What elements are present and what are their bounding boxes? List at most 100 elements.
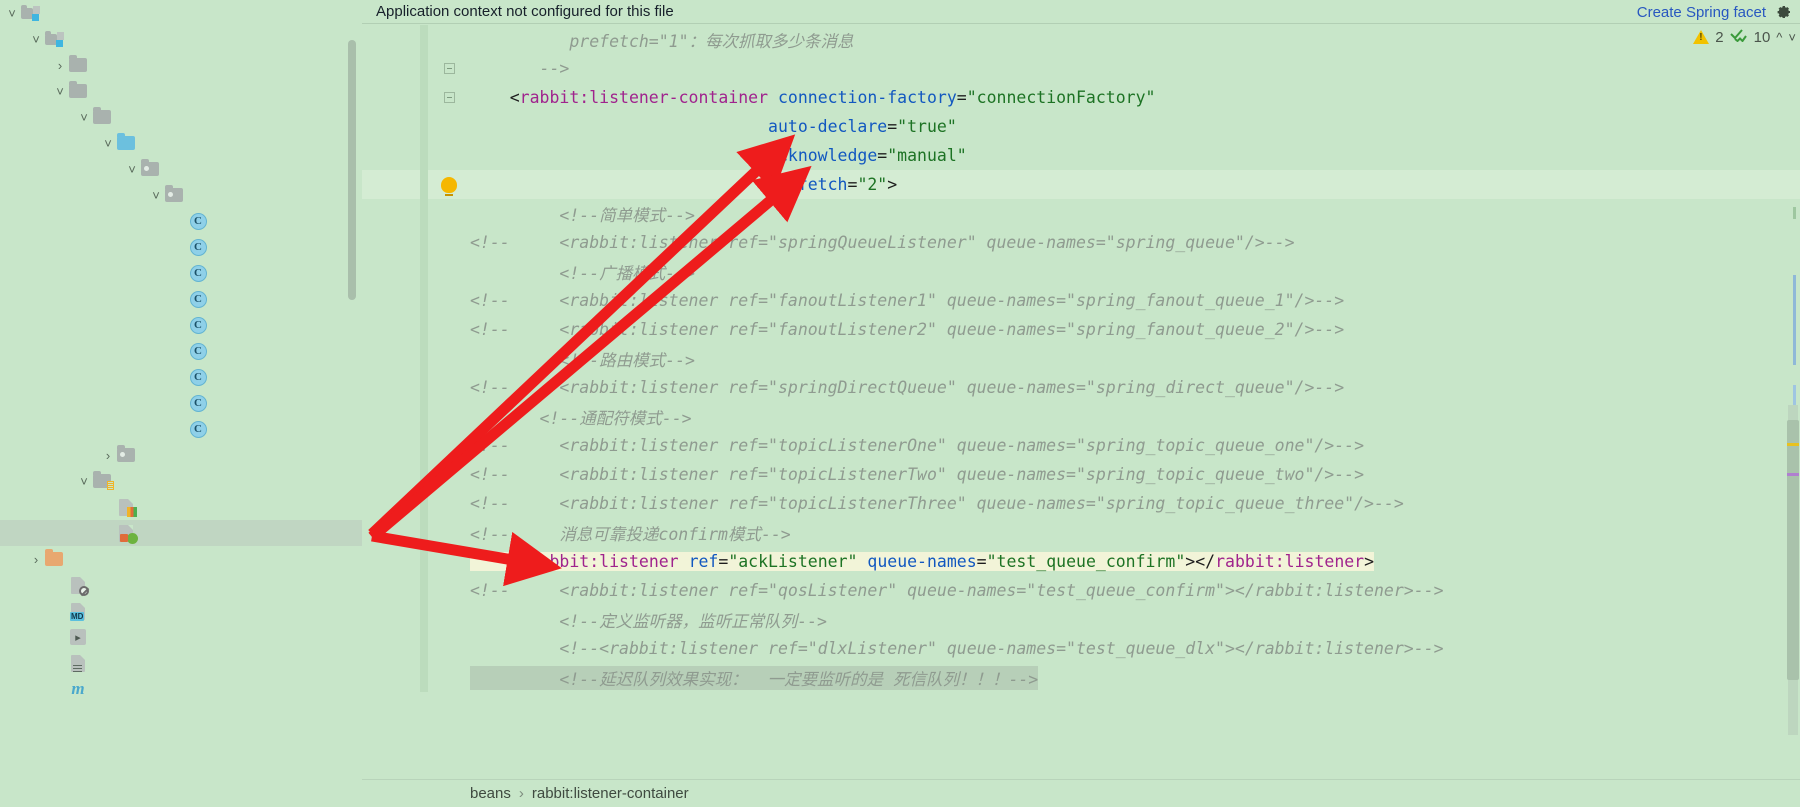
code-text[interactable]: prefetch="1"：每次抓取多少条消息 [470,28,1800,52]
fold-gutter[interactable] [428,547,470,576]
code-line[interactable]: <!--通配符模式--> [362,402,1800,431]
code-line[interactable]: <rabbit:listener ref="ackListener" queue… [362,547,1800,576]
code-text[interactable]: <!--简单模式--> [470,202,1800,226]
code-text[interactable]: acknowledge="manual" [470,146,1800,165]
code-line[interactable]: <!--广播模式--> [362,257,1800,286]
tree-item-main[interactable]: ˅ [0,104,362,130]
tree-item-fanoutlistener2[interactable]: C [0,260,362,286]
chevron-down-icon[interactable]: ˅ [1788,30,1796,45]
tree-item-mvnw[interactable]: ▸ [0,624,362,650]
code-line[interactable]: <!-- <rabbit:listener ref="qosListener" … [362,576,1800,605]
chevron-right-icon[interactable]: › [28,551,44,567]
tree-item-listener[interactable]: ˅ [0,182,362,208]
chevron-down-icon[interactable]: ˅ [4,5,20,21]
code-text[interactable]: <!-- <rabbit:listener ref="topicListener… [470,436,1800,455]
breadcrumb-item[interactable]: beans [470,785,511,802]
sidebar-scrollbar[interactable] [348,40,356,300]
breadcrumb[interactable]: beans › rabbit:listener-container [362,779,1800,807]
chevron-down-icon[interactable]: ˅ [100,135,116,151]
fold-gutter[interactable] [428,489,470,518]
tree-item-topiclistenerone[interactable]: C [0,364,362,390]
code-text[interactable]: <!--通配符模式--> [470,405,1800,429]
chevron-down-icon[interactable]: ˅ [28,31,44,47]
code-line[interactable]: --> [362,54,1800,83]
tree-item-help-md[interactable]: MD [0,598,362,624]
code-text[interactable]: --> [470,59,1800,78]
tree-item-rabbitmq-properties[interactable] [0,494,362,520]
code-text[interactable]: <!-- <rabbit:listener ref="springQueueLi… [470,233,1800,252]
code-line[interactable]: auto-declare="true" [362,112,1800,141]
create-spring-facet-link[interactable]: Create Spring facet [1637,4,1766,21]
fold-gutter[interactable] [428,83,470,112]
fold-gutter[interactable] [428,576,470,605]
code-text[interactable]: prefetch="2"> [470,175,1800,194]
code-line[interactable]: <!--<rabbit:listener ref="dlxListener" q… [362,634,1800,663]
code-line[interactable]: <!-- 消息可靠投递confirm模式--> [362,518,1800,547]
fold-gutter[interactable] [428,402,470,431]
code-line[interactable]: <!--定义监听器，监听正常队列--> [362,605,1800,634]
code-text[interactable]: <!--广播模式--> [470,260,1800,284]
fold-gutter[interactable] [428,286,470,315]
code-text[interactable]: <rabbit:listener ref="ackListener" queue… [470,552,1375,571]
code-line[interactable]: acknowledge="manual" [362,141,1800,170]
chevron-down-icon[interactable]: ˅ [124,161,140,177]
tree-item-pom-xml[interactable]: m [0,676,362,702]
code-line[interactable]: <!-- <rabbit:listener ref="springDirectQ… [362,373,1800,402]
breadcrumb-item[interactable]: rabbit:listener-container [532,785,689,802]
code-text[interactable]: <!-- 消息可靠投递confirm模式--> [470,521,1800,545]
code-line[interactable]: <!--简单模式--> [362,199,1800,228]
code-line[interactable]: <!-- <rabbit:listener ref="fanoutListene… [362,315,1800,344]
code-line[interactable]: <!-- <rabbit:listener ref="topicListener… [362,489,1800,518]
chevron-down-icon[interactable]: ˅ [76,473,92,489]
tree-item-com-sky-springrabbitmqcor[interactable]: ˅ [0,156,362,182]
tree-item-acklistener[interactable]: C [0,208,362,234]
fold-gutter[interactable] [428,605,470,634]
tree-item-java[interactable]: ˅ [0,130,362,156]
fold-gutter[interactable] [428,25,470,54]
tree-item-gitignore[interactable] [0,572,362,598]
tree-item-fanoutlistener[interactable]: C [0,234,362,260]
code-text[interactable]: <!-- <rabbit:listener ref="fanoutListene… [470,320,1800,339]
tree-item-resources[interactable]: ˅ [0,468,362,494]
tree-item-topiclistenerthree[interactable]: C [0,390,362,416]
fold-gutter[interactable] [428,228,470,257]
code-line[interactable]: <!-- <rabbit:listener ref="topicListener… [362,431,1800,460]
tree-item-qoslistener[interactable]: C [0,286,362,312]
chevron-right-icon[interactable]: › [100,447,116,463]
code-line[interactable]: <rabbit:listener-container connection-fa… [362,83,1800,112]
code-text[interactable]: auto-declare="true" [470,117,1800,136]
fold-gutter[interactable] [428,112,470,141]
fold-gutter[interactable] [428,634,470,663]
chevron-down-icon[interactable]: ˅ [148,187,164,203]
code-text[interactable]: <!--路由模式--> [470,347,1800,371]
fold-gutter[interactable] [428,141,470,170]
tree-item-spring-rabbitmq-consumer[interactable]: ˅ [0,26,362,52]
code-editor[interactable]: prefetch="1"：每次抓取多少条消息 --> <rabbit:liste… [362,25,1800,779]
project-tree[interactable]: ˅ ˅ › ˅ ˅ ˅ ˅ ˅ C C C C C C C C C › ˅ › MD ▸ m [0,0,362,702]
code-line[interactable]: <!--延迟队列效果实现： 一定要监听的是 死信队列！！！--> [362,663,1800,692]
code-line[interactable]: <!-- <rabbit:listener ref="fanoutListene… [362,286,1800,315]
tree-item-test[interactable]: › [0,442,362,468]
fold-gutter[interactable] [428,54,470,83]
fold-gutter[interactable] [428,460,470,489]
code-text[interactable]: <!-- <rabbit:listener ref="topicListener… [470,494,1800,513]
code-text[interactable]: <!-- <rabbit:listener ref="springDirectQ… [470,378,1800,397]
fold-gutter[interactable] [428,257,470,286]
inspection-widget[interactable]: 2 10 ^ ˅ [1693,28,1796,46]
fold-gutter[interactable] [428,431,470,460]
intention-bulb-icon[interactable] [441,176,457,196]
gear-icon[interactable] [1776,4,1792,20]
code-line[interactable]: <!--路由模式--> [362,344,1800,373]
chevron-down-icon[interactable]: ˅ [76,109,92,125]
tree-item-spring-rabbitmq-module[interactable]: ˅ [0,0,362,26]
code-text[interactable]: <!--<rabbit:listener ref="dlxListener" q… [470,639,1800,658]
tree-item-src[interactable]: ˅ [0,78,362,104]
fold-gutter[interactable] [428,344,470,373]
fold-gutter[interactable] [428,315,470,344]
chevron-right-icon[interactable]: › [52,57,68,73]
editor-scrollbar-thumb[interactable] [1787,420,1799,680]
chevron-up-icon[interactable]: ^ [1776,30,1782,45]
fold-gutter[interactable] [428,373,470,402]
tree-item-springdirectqueue[interactable]: C [0,312,362,338]
code-text[interactable]: <!-- <rabbit:listener ref="qosListener" … [470,581,1800,600]
